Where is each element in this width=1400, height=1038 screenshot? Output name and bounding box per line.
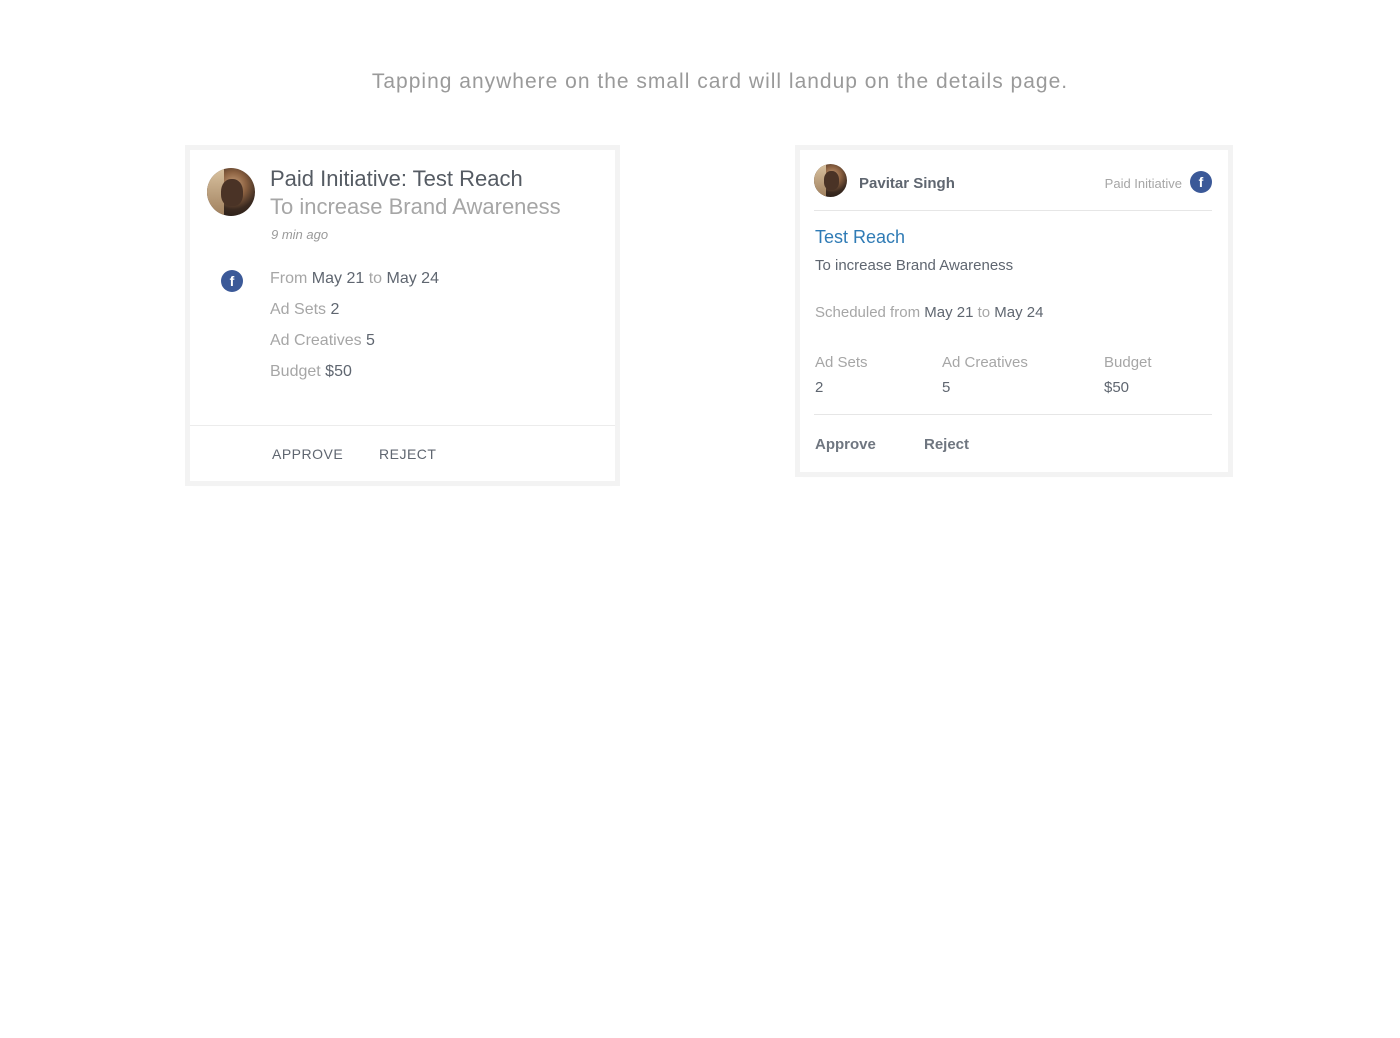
schedule-row: From May 21 to May 24 bbox=[270, 270, 439, 288]
ad-sets-label: Ad Sets bbox=[815, 354, 868, 371]
page-caption: Tapping anywhere on the small card will … bbox=[371, 70, 1069, 93]
divider bbox=[190, 425, 615, 426]
reject-button[interactable]: REJECT bbox=[379, 446, 436, 462]
user-avatar bbox=[207, 168, 255, 216]
ad-creatives-row: Ad Creatives 5 bbox=[270, 332, 375, 350]
ad-sets-value: 2 bbox=[815, 379, 824, 396]
budget-value: $50 bbox=[1104, 379, 1130, 396]
ad-sets-value: 2 bbox=[330, 301, 340, 318]
from-date: May 21 bbox=[924, 304, 974, 321]
facebook-icon: f bbox=[1190, 171, 1212, 193]
ad-creatives-label: Ad Creatives bbox=[270, 332, 362, 349]
ad-sets-row: Ad Sets 2 bbox=[270, 301, 339, 319]
budget-value: $50 bbox=[325, 363, 352, 380]
approve-button[interactable]: Approve bbox=[815, 436, 876, 453]
small-card[interactable]: Paid Initiative: Test Reach To increase … bbox=[190, 150, 615, 481]
approve-button[interactable]: APPROVE bbox=[272, 446, 343, 462]
budget-label: Budget bbox=[1104, 354, 1152, 371]
to-date: May 24 bbox=[994, 304, 1044, 321]
initiative-title[interactable]: Test Reach bbox=[815, 227, 905, 248]
ad-creatives-label: Ad Creatives bbox=[942, 354, 1028, 371]
card-timestamp: 9 min ago bbox=[271, 227, 329, 242]
user-name: Pavitar Singh bbox=[859, 175, 955, 192]
to-date: May 24 bbox=[386, 270, 439, 287]
card-title: Paid Initiative: Test Reach bbox=[270, 166, 523, 191]
schedule-row: Scheduled from May 21 to May 24 bbox=[815, 304, 1044, 321]
initiative-type: Paid Initiative bbox=[1104, 176, 1182, 191]
user-avatar bbox=[814, 164, 847, 197]
reject-button[interactable]: Reject bbox=[924, 436, 969, 453]
from-date: May 21 bbox=[311, 270, 365, 287]
ad-creatives-value: 5 bbox=[366, 332, 375, 349]
footer-divider bbox=[814, 414, 1212, 415]
from-label: From bbox=[270, 270, 308, 287]
ad-creatives-value: 5 bbox=[942, 379, 951, 396]
ad-sets-label: Ad Sets bbox=[270, 301, 327, 318]
scheduled-label: Scheduled from bbox=[815, 304, 921, 321]
budget-label: Budget bbox=[270, 363, 321, 380]
header-divider bbox=[814, 210, 1212, 211]
details-card[interactable]: Pavitar Singh Paid Initiative f Test Rea… bbox=[800, 150, 1228, 472]
to-label: to bbox=[977, 304, 991, 321]
facebook-icon: f bbox=[221, 270, 243, 292]
to-label: to bbox=[368, 270, 383, 287]
card-subtitle: To increase Brand Awareness bbox=[270, 194, 561, 219]
budget-row: Budget $50 bbox=[270, 363, 352, 381]
initiative-subtitle: To increase Brand Awareness bbox=[815, 257, 1014, 274]
